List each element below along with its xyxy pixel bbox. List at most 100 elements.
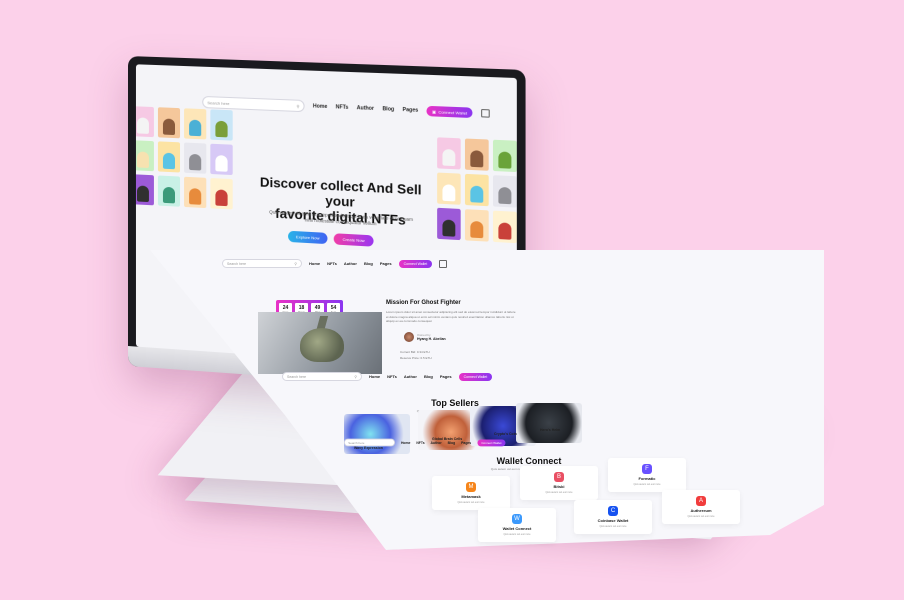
- connect-wallet-button[interactable]: Connect Wallet: [398, 259, 433, 268]
- search-icon: ⚲: [296, 103, 300, 109]
- nav-item-author[interactable]: Author: [431, 440, 442, 444]
- nav-item-home[interactable]: Home: [313, 103, 327, 110]
- nft-card[interactable]: [492, 139, 517, 173]
- nft-card[interactable]: [184, 142, 207, 174]
- sheet-nav-3: Search here Home NFTs Author Blog Pages …: [344, 438, 506, 447]
- nav-item-blog[interactable]: Blog: [424, 374, 433, 379]
- ghost-fighter-image[interactable]: [258, 312, 382, 374]
- nav-item-blog[interactable]: Blog: [364, 261, 373, 266]
- nav-item-nfts[interactable]: NFTs: [416, 440, 424, 444]
- nft-card[interactable]: [210, 109, 233, 141]
- mission-title: Mission For Ghost Fighter: [386, 300, 461, 306]
- wallet-card-authereum[interactable]: A Authereum Quis autem vel eum iure: [662, 490, 740, 524]
- wallet-card-metamask[interactable]: M Metamask Quis autem vel eum iure: [432, 476, 510, 510]
- mission-text: Lorem ipsum dolor sit amet consectetur a…: [386, 310, 516, 323]
- bid-info: Current Bid: 0.34 ETH Reserve Price: 0.5…: [400, 349, 432, 361]
- search-placeholder: Search here: [207, 99, 230, 106]
- search-input[interactable]: Search here ⚲: [282, 372, 362, 381]
- nav-item-author[interactable]: Author: [344, 261, 357, 266]
- hero-cards-right: [437, 137, 517, 244]
- connect-wallet-button[interactable]: Connect Wallet: [477, 439, 506, 446]
- explore-now-button[interactable]: Explore Now: [288, 230, 328, 245]
- nft-card[interactable]: [437, 172, 461, 205]
- wallet-card-coinbase[interactable]: C Coinbase Wallet Quis autem vel eum iur…: [574, 500, 652, 534]
- hero-cards-left: [135, 106, 233, 210]
- hero-buttons: Explore Now Create Now: [288, 230, 374, 247]
- sheet-nav-1: Search here ⚲ Home NFTs Author Blog Page…: [222, 259, 448, 268]
- search-icon: ⚲: [354, 374, 357, 379]
- coinbase-icon: C: [608, 506, 618, 516]
- wallet-desc: Quis autem vel eum iure: [633, 483, 661, 486]
- wallet-card-bitski[interactable]: B Bitski Quis autem vel eum iure: [520, 466, 598, 500]
- nft-card[interactable]: [184, 176, 207, 209]
- nft-card[interactable]: [210, 143, 233, 176]
- nav-item-home[interactable]: Home: [309, 261, 320, 266]
- shark-body: [300, 328, 344, 362]
- nft-card[interactable]: [157, 141, 181, 173]
- search-placeholder: Search here: [348, 440, 365, 445]
- menu-grid-icon[interactable]: [481, 109, 490, 118]
- wallet-card-formatic[interactable]: F Formatic Quis autem vel eum iure: [608, 458, 686, 492]
- nav-item-home[interactable]: Home: [401, 440, 410, 444]
- nft-card[interactable]: [157, 175, 181, 207]
- wallet-desc: Quis autem vel eum iure: [687, 515, 715, 518]
- seller-name[interactable]: Wavy Expression: [354, 446, 383, 450]
- wallet-connect-title: Wallet Connect: [496, 456, 562, 466]
- seller-name[interactable]: Crypto's Coin: [494, 432, 517, 436]
- reserve-price: Reserve Price: 0.5 ETH: [400, 356, 432, 360]
- nft-card[interactable]: [135, 106, 154, 138]
- nft-card[interactable]: [464, 209, 489, 242]
- nav-item-nfts[interactable]: NFTs: [327, 261, 337, 266]
- search-input[interactable]: Search here: [344, 438, 395, 447]
- wallet-name: Authereum: [690, 508, 712, 513]
- seller-card[interactable]: [516, 403, 582, 443]
- nft-card[interactable]: [210, 178, 233, 210]
- menu-grid-icon[interactable]: [439, 259, 448, 268]
- nft-card[interactable]: [437, 207, 461, 241]
- formatic-icon: F: [642, 464, 652, 474]
- wallet-name: Bitski: [553, 484, 565, 489]
- nft-card[interactable]: [464, 173, 489, 207]
- connect-wallet-label: Connect Wallet: [438, 108, 468, 116]
- nav-item-pages[interactable]: Pages: [403, 107, 419, 114]
- wallet-desc: Quis autem vel eum iure: [457, 501, 485, 504]
- nav-item-blog[interactable]: Blog: [382, 106, 394, 113]
- nft-card[interactable]: [157, 107, 181, 139]
- nav-item-nfts[interactable]: NFTs: [336, 104, 349, 111]
- nav-item-author[interactable]: Author: [357, 105, 374, 112]
- nav-item-pages[interactable]: Pages: [380, 261, 392, 266]
- nav-item-pages[interactable]: Pages: [440, 374, 452, 379]
- avatar[interactable]: [404, 332, 414, 342]
- seller-name[interactable]: Hero's Helm: [540, 428, 560, 432]
- connect-wallet-button[interactable]: Connect Wallet: [458, 372, 493, 381]
- sheet-nav-2: Search here ⚲ Home NFTs Author Blog Page…: [282, 372, 493, 381]
- wallet-card-walletconnect[interactable]: W Wallet Connect Quis autem vel eum iure: [478, 508, 556, 542]
- nav-item-nfts[interactable]: NFTs: [387, 374, 397, 379]
- nav-item-author[interactable]: Author: [404, 374, 417, 379]
- nft-card[interactable]: [437, 137, 461, 170]
- nft-card[interactable]: [135, 140, 154, 172]
- nft-card[interactable]: [492, 175, 517, 208]
- owner-block: Owned by Hyang H. Abelian: [404, 332, 446, 342]
- wallet-desc: Quis autem vel eum iure: [599, 525, 627, 528]
- search-icon: ⚲: [294, 261, 297, 266]
- nav-item-home[interactable]: Home: [369, 374, 380, 379]
- nav-item-pages[interactable]: Pages: [461, 440, 471, 444]
- nft-card[interactable]: [492, 210, 517, 244]
- wallet-name: Coinbase Wallet: [597, 518, 629, 523]
- wallet-desc: Quis autem vel eum iure: [503, 533, 531, 536]
- nav-item-blog[interactable]: Blog: [448, 440, 456, 444]
- metamask-icon: M: [466, 482, 476, 492]
- nft-card[interactable]: [184, 108, 207, 140]
- walletconnect-icon: W: [512, 514, 522, 524]
- wallet-desc: Quis autem vel eum iure: [545, 491, 573, 494]
- wallet-icon: ▣: [432, 108, 437, 114]
- search-placeholder: Search here: [287, 374, 307, 379]
- connect-wallet-button[interactable]: ▣ Connect Wallet: [426, 105, 473, 119]
- bitski-icon: B: [554, 472, 564, 482]
- nft-card[interactable]: [135, 174, 154, 206]
- owner-name[interactable]: Hyang H. Abelian: [417, 337, 446, 341]
- nft-card[interactable]: [464, 138, 489, 171]
- search-input[interactable]: Search here ⚲: [222, 259, 302, 268]
- create-now-button[interactable]: Create Now: [333, 233, 374, 247]
